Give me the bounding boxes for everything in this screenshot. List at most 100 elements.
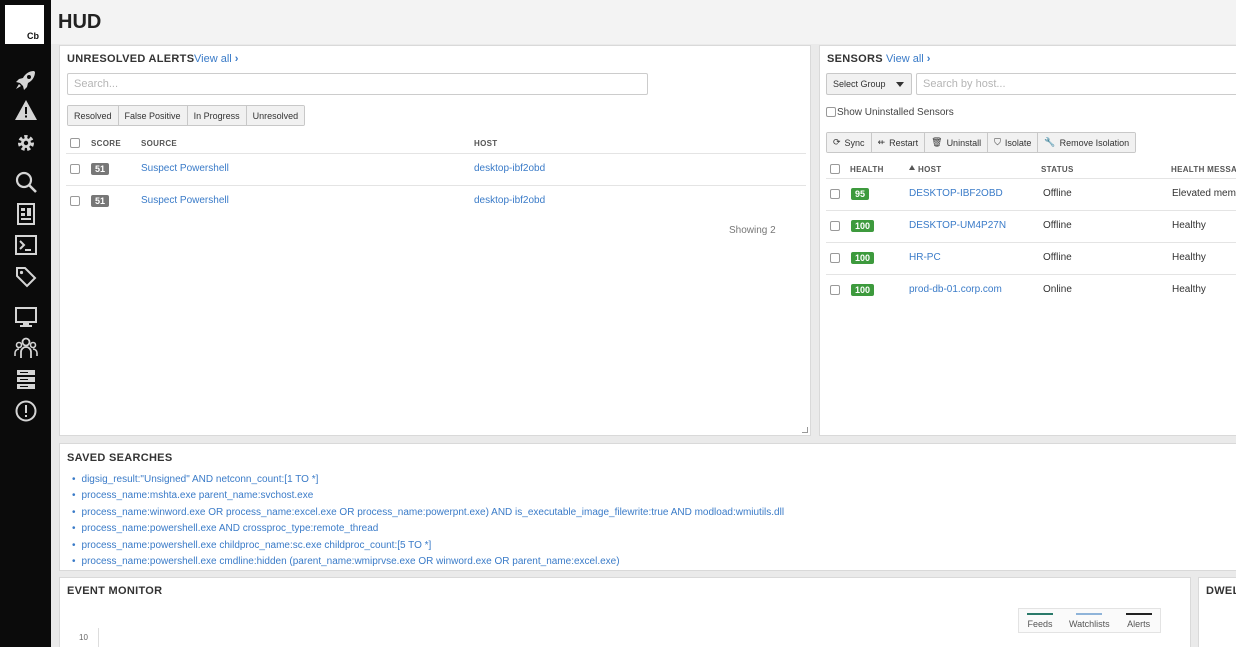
- unresolved-alerts-panel: UNRESOLVED ALERTS View all Resolved Fals…: [59, 45, 811, 436]
- server-icon[interactable]: [13, 367, 39, 393]
- legend-swatch: [1027, 612, 1053, 615]
- sensor-health-message: Elevated mem: [1172, 188, 1236, 199]
- filter-false-positive-button[interactable]: False Positive: [118, 106, 188, 125]
- legend-feeds[interactable]: Feeds: [1019, 609, 1061, 632]
- showing-count: Showing 2: [729, 225, 776, 236]
- sidebar: Cb: [0, 0, 51, 647]
- saved-searches-panel: SAVED SEARCHES digsig_result:"Unsigned" …: [59, 443, 1236, 571]
- trash-icon: 🗑: [931, 137, 943, 147]
- dwell-panel: DWEL: [1198, 577, 1236, 647]
- sensor-health-message: Healthy: [1172, 284, 1206, 295]
- table-row[interactable]: 100 DESKTOP-UM4P27N Offline Healthy: [826, 210, 1236, 242]
- rocket-icon[interactable]: [13, 67, 39, 93]
- uninstall-button[interactable]: 🗑 Uninstall: [925, 133, 989, 152]
- tag-icon[interactable]: [13, 264, 39, 290]
- table-row[interactable]: 51 Suspect Powershell desktop-ibf2obd: [66, 185, 806, 217]
- row-checkbox[interactable]: [830, 285, 840, 295]
- uninstall-label: Uninstall: [946, 137, 982, 148]
- restart-button[interactable]: ⇷ Restart: [871, 133, 926, 152]
- sensor-search-input[interactable]: [916, 73, 1236, 95]
- alerts-select-all-checkbox[interactable]: [70, 138, 80, 148]
- alert-source-link[interactable]: Suspect Powershell: [141, 163, 229, 174]
- sync-button[interactable]: ⟳ Sync: [827, 133, 872, 152]
- saved-searches-title: SAVED SEARCHES: [67, 452, 173, 464]
- monitor-icon[interactable]: [13, 304, 39, 330]
- alert-circle-icon[interactable]: [13, 398, 39, 424]
- restart-icon: ⇷: [877, 137, 886, 147]
- alert-source-link[interactable]: Suspect Powershell: [141, 195, 229, 206]
- logo-text: Cb: [27, 31, 39, 41]
- row-checkbox[interactable]: [70, 196, 80, 206]
- sensor-status: Online: [1043, 284, 1072, 295]
- sensors-view-all-link[interactable]: View all: [886, 53, 930, 65]
- sensor-health-message: Healthy: [1172, 220, 1206, 231]
- group-select-label: Select Group: [833, 79, 886, 89]
- health-badge: 95: [851, 188, 870, 200]
- legend-label: Alerts: [1127, 618, 1151, 629]
- event-monitor-title: EVENT MONITOR: [67, 585, 163, 597]
- legend-label: Feeds: [1027, 618, 1053, 629]
- sensor-host-link[interactable]: prod-db-01.corp.com: [909, 284, 1002, 295]
- alert-host-link[interactable]: desktop-ibf2obd: [474, 163, 545, 174]
- col-host[interactable]: HOST: [918, 165, 941, 174]
- remove-isolation-button[interactable]: 🔧 Remove Isolation: [1038, 133, 1136, 152]
- col-health[interactable]: HEALTH: [850, 165, 884, 174]
- row-checkbox[interactable]: [830, 221, 840, 231]
- logo[interactable]: Cb: [5, 5, 44, 44]
- sensor-host-link[interactable]: HR-PC: [909, 252, 941, 263]
- isolate-button[interactable]: ⛉ Isolate: [988, 133, 1039, 152]
- page-title: HUD: [58, 11, 102, 33]
- chart-legend: Feeds Watchlists Alerts: [1018, 608, 1161, 633]
- table-row[interactable]: 95 DESKTOP-IBF2OBD Offline Elevated mem: [826, 178, 1236, 210]
- row-checkbox[interactable]: [830, 253, 840, 263]
- score-badge: 51: [91, 195, 110, 207]
- saved-search-link[interactable]: process_name:powershell.exe cmdline:hidd…: [72, 556, 620, 567]
- sensors-select-all-checkbox[interactable]: [830, 164, 840, 174]
- legend-swatch: [1076, 612, 1103, 615]
- warning-icon[interactable]: [13, 97, 39, 123]
- score-badge: 51: [91, 163, 110, 175]
- gear-icon[interactable]: [13, 130, 39, 156]
- saved-search-link[interactable]: process_name:powershell.exe childproc_na…: [72, 540, 432, 551]
- row-checkbox[interactable]: [70, 164, 80, 174]
- alerts-view-all-link[interactable]: View all: [194, 53, 238, 65]
- sensor-host-link[interactable]: DESKTOP-UM4P27N: [909, 220, 1006, 231]
- group-select-dropdown[interactable]: Select Group: [826, 73, 912, 95]
- report-icon[interactable]: [13, 201, 39, 227]
- header: HUD: [51, 0, 1236, 44]
- search-icon[interactable]: [13, 169, 39, 195]
- table-row[interactable]: 100 prod-db-01.corp.com Online Healthy: [826, 274, 1236, 306]
- col-host[interactable]: HOST: [474, 139, 497, 148]
- saved-search-link[interactable]: process_name:mshta.exe parent_name:svcho…: [72, 490, 314, 501]
- sensor-host-link[interactable]: DESKTOP-IBF2OBD: [909, 188, 1003, 199]
- legend-watchlists[interactable]: Watchlists: [1061, 609, 1118, 632]
- sensor-status: Offline: [1043, 188, 1072, 199]
- alert-host-link[interactable]: desktop-ibf2obd: [474, 195, 545, 206]
- sync-label: Sync: [844, 137, 865, 148]
- table-row[interactable]: 100 HR-PC Offline Healthy: [826, 242, 1236, 274]
- isolate-label: Isolate: [1004, 137, 1032, 148]
- col-status[interactable]: STATUS: [1041, 165, 1074, 174]
- saved-search-link[interactable]: process_name:winword.exe OR process_name…: [72, 507, 785, 518]
- terminal-icon[interactable]: [13, 232, 39, 258]
- filter-in-progress-button[interactable]: In Progress: [187, 106, 247, 125]
- col-health-message[interactable]: HEALTH MESSA: [1171, 165, 1236, 174]
- saved-search-link[interactable]: digsig_result:"Unsigned" AND netconn_cou…: [72, 474, 319, 485]
- users-icon[interactable]: [13, 335, 39, 361]
- sync-icon: ⟳: [833, 137, 841, 147]
- row-checkbox[interactable]: [830, 189, 840, 199]
- show-uninstalled-checkbox[interactable]: [826, 107, 836, 117]
- filter-resolved-button[interactable]: Resolved: [68, 106, 119, 125]
- col-source[interactable]: SOURCE: [141, 139, 177, 148]
- show-uninstalled-label: Show Uninstalled Sensors: [837, 107, 954, 118]
- saved-search-link[interactable]: process_name:powershell.exe AND crosspro…: [72, 523, 379, 534]
- resize-handle-icon[interactable]: [802, 427, 808, 433]
- col-score[interactable]: SCORE: [91, 139, 121, 148]
- sensor-status: Offline: [1043, 252, 1072, 263]
- alerts-search-input[interactable]: [67, 73, 648, 95]
- dwell-title: DWEL: [1206, 585, 1236, 597]
- legend-alerts[interactable]: Alerts: [1118, 609, 1160, 632]
- table-row[interactable]: 51 Suspect Powershell desktop-ibf2obd: [66, 153, 806, 185]
- filter-unresolved-button[interactable]: Unresolved: [246, 106, 305, 125]
- wrench-icon: 🔧: [1044, 137, 1056, 147]
